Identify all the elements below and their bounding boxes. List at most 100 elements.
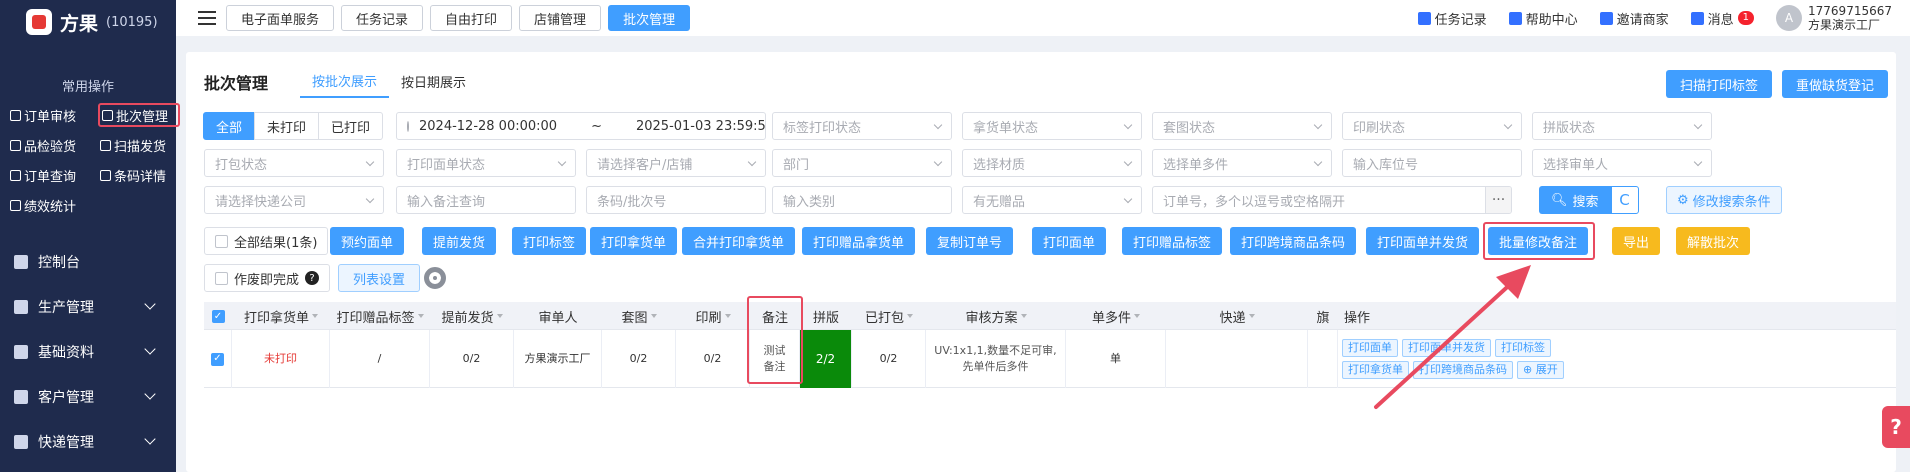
suite-status-select[interactable]: 套图状态: [1152, 112, 1332, 140]
waybill-status-select[interactable]: 打印面单状态: [396, 149, 576, 177]
tab-eface-service[interactable]: 电子面单服务: [226, 5, 335, 31]
gift-select[interactable]: 有无赠品: [962, 186, 1142, 214]
search-button[interactable]: 🔍︎ 搜索: [1539, 186, 1611, 214]
menu-toggle-icon[interactable]: [198, 11, 216, 25]
cell-print: 0/2: [676, 330, 750, 388]
quick-order-review[interactable]: 订单审核: [8, 103, 90, 127]
department-select[interactable]: 部门: [772, 149, 952, 177]
brand-name: 方果: [60, 12, 99, 35]
tab-batch-manage[interactable]: 批次管理: [608, 5, 691, 31]
merge-print-pick-list-button[interactable]: 合并打印拿货单: [682, 227, 796, 255]
floating-help-button[interactable]: ?: [1882, 406, 1910, 448]
tab-shop-manage[interactable]: 店铺管理: [519, 5, 602, 31]
quick-barcode-detail[interactable]: 条码详情: [98, 163, 180, 187]
print-gift-label-button[interactable]: 打印赠品标签: [1122, 227, 1223, 255]
tab-by-date[interactable]: 按日期展示: [389, 64, 478, 98]
col-reviewer[interactable]: 审单人: [514, 302, 602, 330]
refresh-icon[interactable]: C: [1610, 186, 1639, 214]
print-pick-list-button[interactable]: 打印拿货单: [590, 227, 678, 255]
quick-scan-ship[interactable]: 扫描发货: [98, 133, 180, 157]
quick-quality-check[interactable]: 品检验货: [8, 133, 90, 157]
print-waybill-button[interactable]: 打印面单: [1032, 227, 1107, 255]
category-input[interactable]: 输入类别: [772, 186, 952, 214]
sort-icon: [650, 314, 657, 318]
menu-basic-data[interactable]: 基础资料: [0, 329, 176, 374]
settings-gear-icon[interactable]: [424, 267, 446, 289]
tab-task-record[interactable]: 任务记录: [341, 5, 424, 31]
menu-express[interactable]: 快递管理: [0, 419, 176, 464]
col-packed[interactable]: 已打包: [852, 302, 926, 330]
order-numbers-input[interactable]: 订单号，多个以逗号或空格隔开 ···: [1152, 186, 1512, 214]
label-print-status-select[interactable]: 标签打印状态: [772, 112, 952, 140]
reserve-waybill-button[interactable]: 预约面单: [330, 227, 405, 255]
reviewer-select[interactable]: 选择审单人: [1532, 149, 1712, 177]
col-print-pick-list[interactable]: 打印拿货单: [232, 302, 330, 330]
col-imposition[interactable]: 拼版: [800, 302, 852, 330]
scan-print-label-button[interactable]: 扫描打印标签: [1666, 70, 1773, 98]
user-info[interactable]: 17769715667 方果演示工厂: [1808, 4, 1892, 32]
quick-order-query[interactable]: 订单查询: [8, 163, 90, 187]
col-review-scheme[interactable]: 审核方案: [926, 302, 1066, 330]
date-range-picker[interactable]: 2024-12-28 00:00:00 ~ 2025-01-03 23:59:5…: [396, 112, 766, 140]
print-label-button[interactable]: 打印标签: [512, 227, 587, 255]
cell-express: [1166, 330, 1308, 388]
menu-dashboard[interactable]: 控制台: [0, 239, 176, 284]
tab-by-batch[interactable]: 按批次展示: [300, 64, 390, 98]
seg-all[interactable]: 全部: [203, 112, 256, 140]
early-ship-button[interactable]: 提前发货: [422, 227, 497, 255]
task-record-link[interactable]: 任务记录: [1417, 9, 1487, 28]
quick-batch-manage[interactable]: 批次管理: [98, 103, 180, 127]
seg-printed[interactable]: 已打印: [318, 112, 384, 140]
help-icon[interactable]: ?: [305, 271, 320, 285]
quick-performance[interactable]: 绩效统计: [8, 193, 90, 217]
tab-free-print[interactable]: 自由打印: [430, 5, 513, 31]
export-button[interactable]: 导出: [1612, 227, 1661, 255]
customer-shop-select[interactable]: 请选择客户/店铺: [586, 149, 766, 177]
redo-shortage-button[interactable]: 重做缺货登记: [1782, 70, 1889, 98]
print-gift-pick-list-button[interactable]: 打印赠品拿货单: [802, 227, 916, 255]
avatar[interactable]: A: [1776, 5, 1803, 31]
modify-search-condition-button[interactable]: ⚙ 修改搜索条件: [1666, 186, 1782, 214]
dissolve-batch-button[interactable]: 解散批次: [1676, 227, 1751, 255]
pick-list-status-select[interactable]: 拿货单状态: [962, 112, 1142, 140]
help-center-link[interactable]: 帮助中心: [1508, 9, 1578, 28]
imposition-status-select[interactable]: 拼版状态: [1532, 112, 1712, 140]
menu-customer[interactable]: 客户管理: [0, 374, 176, 419]
message-count-badge: 1: [1737, 11, 1755, 25]
col-single-multi[interactable]: 单多件: [1066, 302, 1166, 330]
col-express[interactable]: 快递: [1166, 302, 1308, 330]
remark-input[interactable]: 输入备注查询: [396, 186, 576, 214]
col-print[interactable]: 印刷: [676, 302, 750, 330]
col-flag[interactable]: 旗: [1308, 302, 1338, 330]
single-multi-select[interactable]: 选择单多件: [1152, 149, 1332, 177]
col-early-ship[interactable]: 提前发货: [430, 302, 514, 330]
chevron-down-icon: [1693, 120, 1703, 130]
print-crossborder-barcode-button[interactable]: 打印跨境商品条码: [1230, 227, 1357, 255]
cell-imposition: 2/2: [800, 330, 852, 388]
copy-order-number-button[interactable]: 复制订单号: [926, 227, 1014, 255]
invite-link[interactable]: 邀请商家: [1599, 9, 1669, 28]
col-suite[interactable]: 套图: [602, 302, 676, 330]
print-status-select[interactable]: 印刷状态: [1342, 112, 1522, 140]
barcode-batch-input[interactable]: 条码/批次号: [586, 186, 766, 214]
more-dots-icon[interactable]: ···: [1485, 187, 1511, 213]
messages-link[interactable]: 消息 1: [1690, 9, 1755, 28]
material-select[interactable]: 选择材质: [962, 149, 1142, 177]
chevron-down-icon: [365, 194, 375, 204]
pack-status-select[interactable]: 打包状态: [204, 149, 384, 177]
location-input[interactable]: 输入库位号: [1342, 149, 1522, 177]
row-checkbox[interactable]: ✓: [204, 330, 232, 388]
sort-icon: [907, 314, 913, 318]
print-waybill-ship-button[interactable]: 打印面单并发货: [1366, 227, 1480, 255]
dashboard-icon: [14, 254, 28, 269]
cell-single-multi: 单: [1066, 330, 1166, 388]
sort-icon: [417, 314, 424, 318]
select-all-checkbox[interactable]: ✓: [204, 302, 232, 330]
list-settings-button[interactable]: 列表设置: [338, 264, 421, 292]
col-gift-label[interactable]: 打印赠品标签: [330, 302, 430, 330]
void-done-checkbox[interactable]: 作废即完成?: [204, 264, 331, 292]
express-company-select[interactable]: 请选择快递公司: [204, 186, 384, 214]
all-results-checkbox[interactable]: 全部结果(1条): [204, 227, 329, 255]
seg-unprinted[interactable]: 未打印: [254, 112, 320, 140]
menu-production[interactable]: 生产管理: [0, 284, 176, 329]
